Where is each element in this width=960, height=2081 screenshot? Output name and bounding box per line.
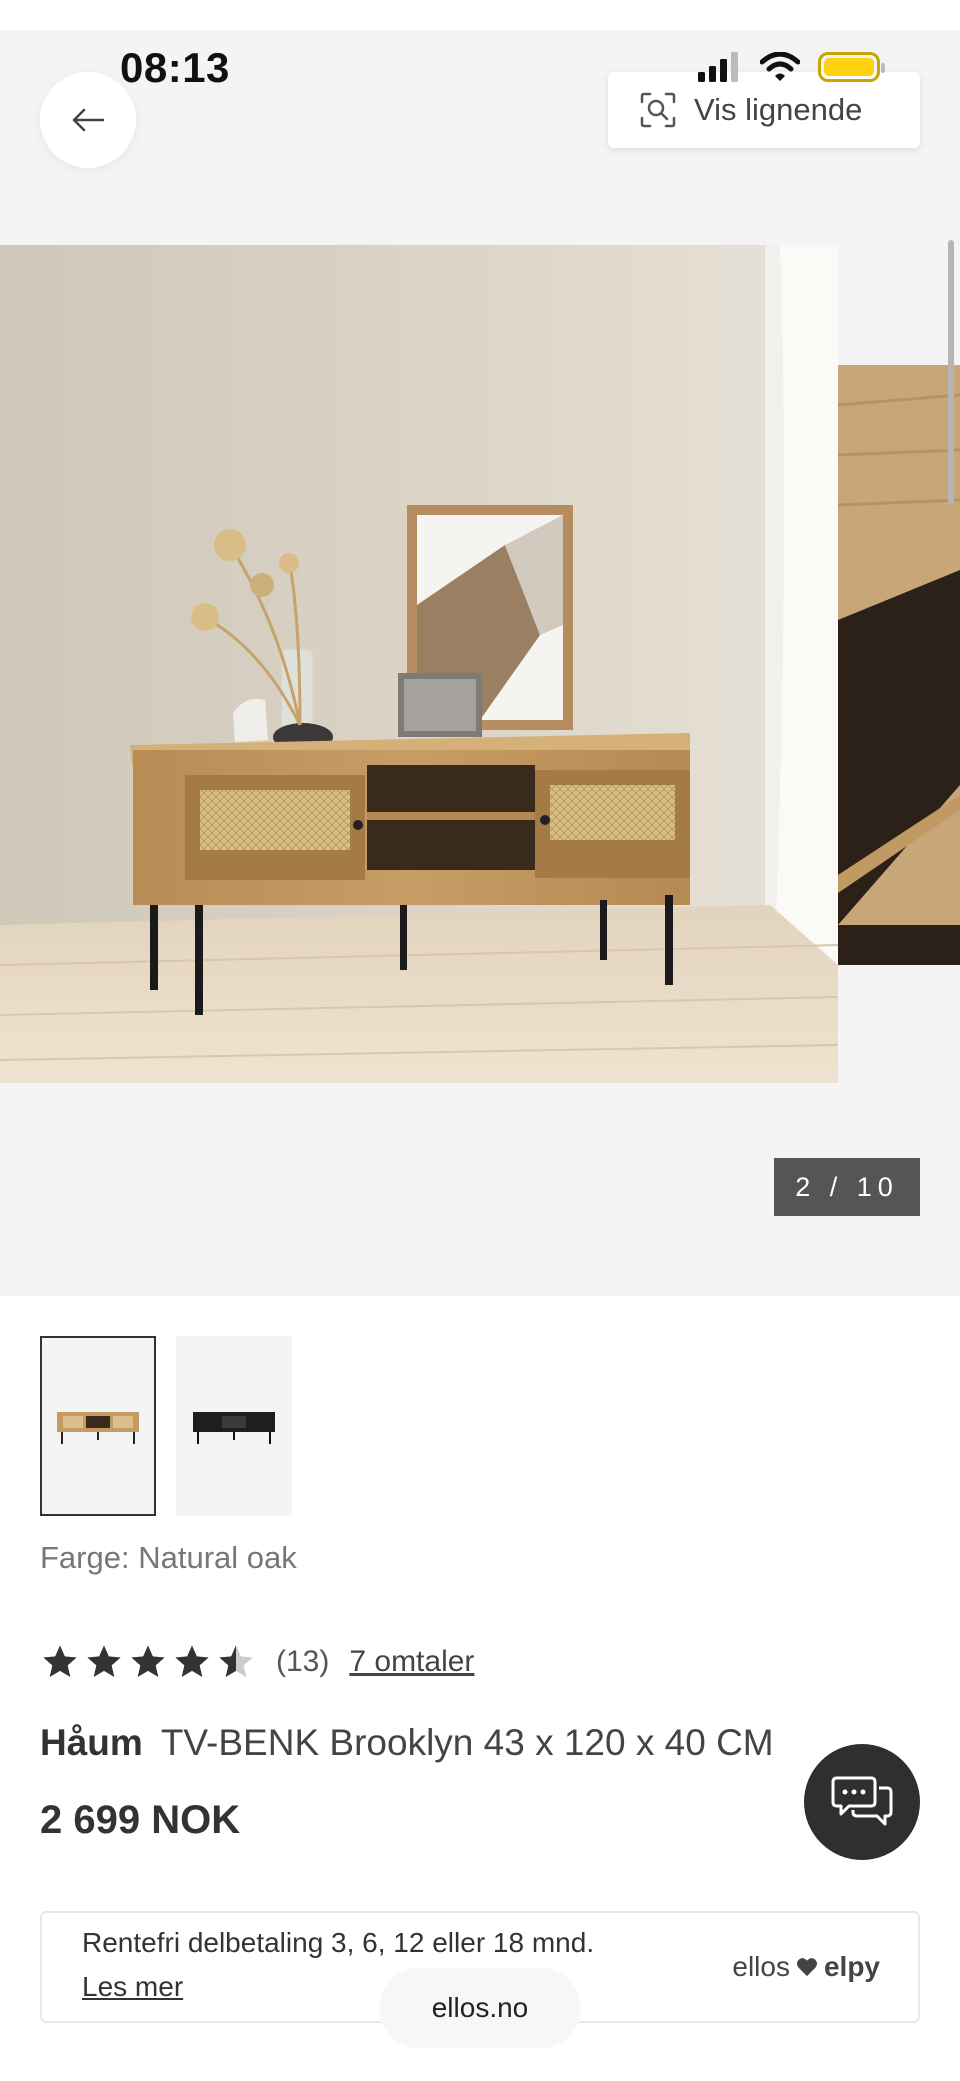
rating-stars: [40, 1642, 256, 1682]
chat-bubbles-icon: [831, 1776, 893, 1826]
star-full-icon: [87, 1645, 121, 1677]
status-time: 08:13: [120, 44, 230, 91]
thumbnail-black[interactable]: [176, 1336, 292, 1516]
star-half-icon: [219, 1645, 253, 1677]
reviews-link[interactable]: 7 omtaler: [349, 1645, 474, 1679]
installment-text: Rentefri delbetaling 3, 6, 12 eller 18 m…: [82, 1927, 595, 1958]
rating-count: (13): [276, 1645, 330, 1678]
black-bench-thumbnail-image: [193, 1412, 275, 1444]
selected-color-label: Farge: Natural oak: [40, 1540, 297, 1575]
product-brand[interactable]: Håum: [40, 1722, 143, 1763]
arrow-left-icon: [72, 108, 105, 132]
heart-icon: [796, 1958, 817, 1977]
product-main-image[interactable]: [0, 245, 838, 1083]
battery-icon: [818, 52, 885, 82]
star-full-icon: [131, 1645, 165, 1677]
tv-bench-room-scene: [0, 245, 838, 1083]
partner-logos: ellos elpy: [732, 1951, 880, 1983]
product-price: 2 699 NOK: [40, 1798, 241, 1842]
wifi-icon: [760, 52, 800, 81]
scroll-indicator[interactable]: [948, 240, 954, 505]
star-full-icon: [43, 1645, 77, 1677]
wood-detail-image: [838, 365, 960, 965]
thumbnail-natural-oak[interactable]: [40, 1336, 156, 1516]
product-title: Håum TV-BENK Brooklyn 43 x 120 x 40 CM: [40, 1722, 774, 1764]
elpy-logo: elpy: [823, 1951, 880, 1982]
status-bar: 08:13: [0, 0, 960, 110]
status-icons: [698, 52, 885, 82]
product-next-image[interactable]: [838, 365, 960, 965]
product-name: TV-BENK Brooklyn 43 x 120 x 40 CM: [160, 1722, 774, 1763]
color-thumbnails: [40, 1336, 292, 1516]
chat-button[interactable]: [804, 1744, 920, 1860]
read-more-link[interactable]: Les mer: [82, 1971, 183, 2003]
cellular-signal-icon: [698, 52, 738, 82]
image-counter: 2 / 10: [774, 1158, 920, 1216]
star-full-icon: [175, 1645, 209, 1677]
product-rating[interactable]: (13) 7 omtaler: [40, 1642, 474, 1682]
browser-url-pill[interactable]: ellos.no: [380, 1968, 580, 2048]
oak-bench-thumbnail-image: [57, 1412, 139, 1444]
ellos-logo: ellos: [732, 1951, 790, 1982]
product-gallery[interactable]: Vis lignende 2 / 10: [0, 30, 960, 1296]
